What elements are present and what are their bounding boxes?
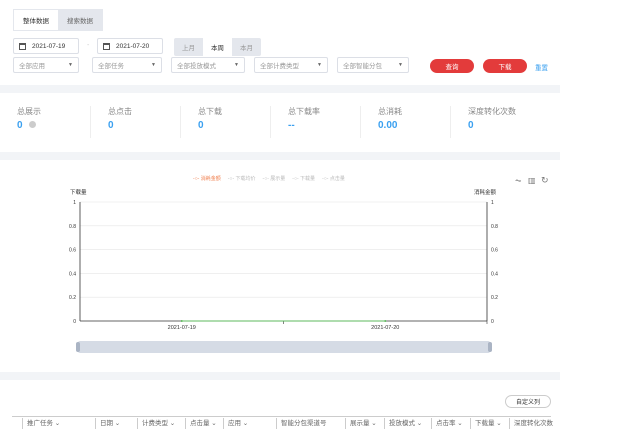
chevron-down-icon: ⌄ bbox=[209, 420, 217, 427]
y-tick-right: 0.2 bbox=[491, 295, 498, 301]
column-header[interactable]: 应用 ⌄ bbox=[223, 418, 248, 429]
column-header[interactable]: 推广任务 ⌄ bbox=[22, 418, 60, 429]
column-header[interactable]: 展示量 ⌄ bbox=[345, 418, 377, 429]
column-label: 应用 bbox=[228, 420, 241, 427]
chevron-down-icon: ⌄ bbox=[53, 420, 61, 427]
y-tick-left: 0 bbox=[73, 319, 76, 325]
column-header[interactable]: 计费类型 ⌄ bbox=[137, 418, 175, 429]
y-tick-left: 0.4 bbox=[69, 271, 76, 277]
column-label: 深度转化次数 bbox=[514, 420, 553, 427]
column-header[interactable]: 投放模式 ⌄ bbox=[384, 418, 422, 429]
column-label: 智能分包渠道号 bbox=[281, 420, 327, 427]
column-label: 点击率 bbox=[436, 420, 456, 427]
y-tick-left: 0.6 bbox=[69, 248, 76, 254]
y-tick-left: 0.2 bbox=[69, 295, 76, 301]
chevron-down-icon: ⌄ bbox=[455, 420, 463, 427]
column-label: 日期 bbox=[100, 420, 113, 427]
data-point bbox=[180, 320, 183, 322]
divider bbox=[0, 372, 560, 380]
column-label: 计费类型 bbox=[142, 420, 168, 427]
column-header[interactable]: 日期 ⌄ bbox=[95, 418, 120, 429]
y-tick-right: 0.6 bbox=[491, 248, 498, 254]
column-label: 下载量 bbox=[475, 420, 495, 427]
chevron-down-icon: ⌄ bbox=[369, 420, 377, 427]
data-zoom-slider[interactable] bbox=[76, 341, 492, 353]
slider-handle-right[interactable] bbox=[488, 342, 492, 352]
line-chart: 0 0 0.2 0.2 0.4 0.4 0.6 0.6 0.8 0.8 1 1 2021-07-19 20… bbox=[69, 200, 498, 331]
chevron-down-icon: ⌄ bbox=[241, 420, 249, 427]
column-label: 投放模式 bbox=[389, 420, 415, 427]
column-header[interactable]: 智能分包渠道号 bbox=[276, 418, 327, 429]
column-header[interactable]: 点击量 ⌄ bbox=[185, 418, 217, 429]
column-header[interactable]: 点击率 ⌄ bbox=[431, 418, 463, 429]
x-tick-label: 2021-07-19 bbox=[168, 325, 196, 331]
column-label: 推广任务 bbox=[27, 420, 53, 427]
y-tick-right: 0.8 bbox=[491, 224, 498, 230]
y-tick-left: 1 bbox=[73, 200, 76, 206]
data-point bbox=[384, 320, 387, 322]
slider-handle-left[interactable] bbox=[76, 342, 80, 352]
column-label: 展示量 bbox=[350, 420, 370, 427]
chevron-down-icon: ⌄ bbox=[168, 420, 176, 427]
y-tick-right: 0.4 bbox=[491, 271, 498, 277]
table-header-divider bbox=[12, 416, 551, 417]
y-tick-right: 0 bbox=[491, 319, 494, 325]
chevron-down-icon: ⌄ bbox=[415, 420, 423, 427]
column-label: 点击量 bbox=[190, 420, 210, 427]
chevron-down-icon: ⌄ bbox=[494, 420, 502, 427]
chevron-down-icon: ⌄ bbox=[113, 420, 121, 427]
column-header[interactable]: 深度转化次数 bbox=[509, 418, 553, 429]
column-header[interactable]: 下载量 ⌄ bbox=[470, 418, 502, 429]
y-tick-left: 0.8 bbox=[69, 224, 76, 230]
x-tick-label: 2021-07-20 bbox=[371, 325, 399, 331]
custom-columns-button[interactable]: 自定义列 bbox=[505, 395, 551, 408]
y-tick-right: 1 bbox=[491, 200, 494, 206]
